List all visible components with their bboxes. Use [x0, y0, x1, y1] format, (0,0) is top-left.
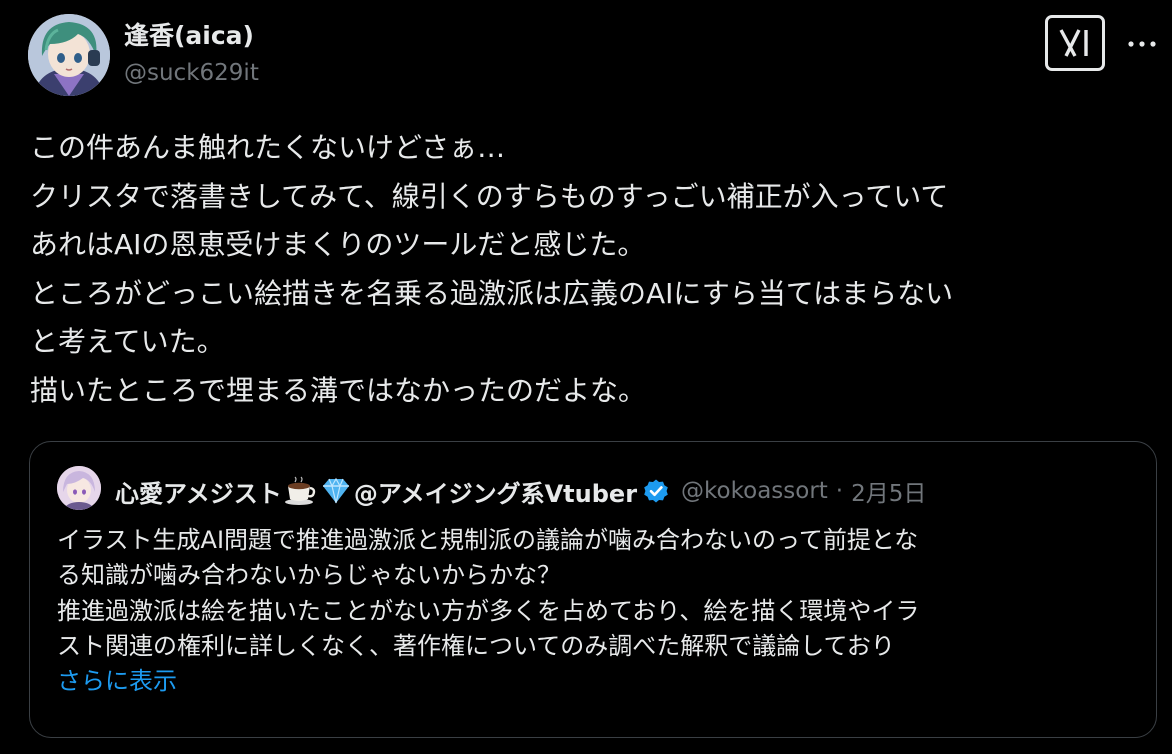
post-text-line: あれはAIの恩恵受けまくりのツールだと感じた。	[30, 228, 646, 261]
quoted-post-text: イラスト生成AI問題で推進過激派と規制派の議論が噛み合わないのって前提とな る知…	[57, 523, 1142, 699]
post-text-line: ところがどっこい絵描きを名乗る過激派は広義のAIにすら当てはまらない	[30, 276, 954, 310]
more-options-icon[interactable]	[1124, 26, 1160, 62]
quoted-text-line: イラスト生成AI問題で推進過激派と規制派の議論が噛み合わないのって前提とな	[57, 526, 919, 554]
separator-dot: ·	[835, 478, 844, 504]
quoted-post-date[interactable]: 2月5日	[851, 474, 926, 508]
verified-badge-icon	[643, 478, 669, 504]
coffee-cup-icon	[284, 476, 316, 506]
author-avatar[interactable]	[28, 14, 110, 96]
show-more-link[interactable]: さらに表示	[57, 664, 1142, 699]
post-card: 逢香(aica) @suck629it この件あんま触れたくないけどさぁ… クリ…	[0, 0, 1172, 754]
quoted-author-handle[interactable]: @kokoassort	[681, 478, 828, 504]
author-handle[interactable]: @suck629it	[124, 60, 259, 86]
author-display-name[interactable]: 逢香(aica)	[124, 16, 254, 52]
post-text-line: クリスタで落書きしてみて、線引くのすらものすっごい補正が入っていて	[30, 179, 949, 213]
quoted-post-card[interactable]: 心愛アメジスト @アメイジング系Vtuber @kokoassort · 2月5…	[29, 441, 1157, 738]
quoted-author-name-suffix[interactable]: @アメイジング系Vtuber	[354, 474, 637, 509]
post-text: この件あんま触れたくないけどさぁ… クリスタで落書きしてみて、線引くのすらものす…	[30, 124, 1155, 415]
x-logo-icon[interactable]	[1045, 15, 1105, 71]
quoted-author-avatar[interactable]	[57, 466, 101, 510]
gem-icon	[320, 477, 352, 505]
quoted-text-line: る知識が噛み合わないからじゃないからかな？	[57, 561, 561, 590]
post-text-line: 描いたところで埋まる溝ではなかったのだよな。	[30, 373, 647, 407]
quoted-post-header: 心愛アメジスト @アメイジング系Vtuber @kokoassort · 2月5…	[115, 472, 926, 510]
post-text-line: この件あんま触れたくないけどさぁ…	[30, 131, 506, 164]
quoted-author-display-name[interactable]: 心愛アメジスト	[115, 474, 282, 509]
quoted-text-line: 推進過激派は絵を描いたことがない方が多くを占めており、絵を描く環境やイラ	[57, 596, 920, 625]
quoted-text-line: スト関連の権利に詳しくなく、著作権についてのみ調べた解釈で議論しており	[57, 631, 895, 660]
post-text-line: と考えていた。	[30, 325, 225, 358]
